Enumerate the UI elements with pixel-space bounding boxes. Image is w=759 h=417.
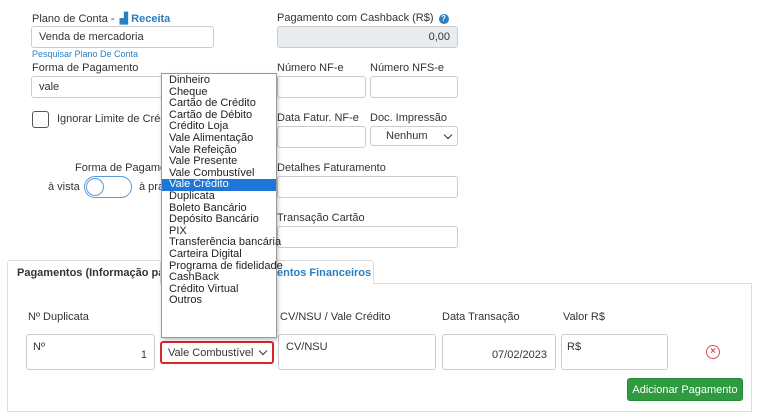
remove-icon[interactable]: × [706,345,720,359]
duplicata-value: 1 [140,349,147,361]
ignorar-limite-checkbox[interactable] [32,111,49,128]
header-valor: Valor R$ [563,311,605,323]
a-vista-label: à vista [48,181,80,193]
dropdown-option[interactable]: Vale Presente [162,156,276,168]
ignorar-limite-label: Ignorar Limite de Crédit [57,113,172,125]
cv-nsu-input[interactable]: CV/NSU [278,334,436,370]
dropdown-option[interactable]: Carteira Digital [162,248,276,261]
dropdown-option[interactable]: Depósito Bancário [162,214,276,226]
tab-financeiros-label: entos Financeiros [277,266,372,279]
cashback-input: 0,00 [277,26,458,48]
plano-conta-label: Plano de Conta - [32,13,115,25]
data-fatur-input[interactable] [277,126,366,148]
valor-placeholder: R$ [567,341,582,353]
plano-conta-label-row: Plano de Conta - ▟ Receita [32,12,170,25]
detalhes-input[interactable] [277,176,458,198]
chevron-down-icon [258,346,268,356]
transacao-input[interactable] [277,226,458,248]
tab-pagamentos-label: Pagamentos (Informação para [17,266,161,279]
cashback-value: 0,00 [428,31,450,43]
duplicata-prefix: Nº [33,341,45,353]
cashback-label-row: Pagamento com Cashback (R$) ? [277,12,449,24]
chart-icon: ▟ [119,13,129,25]
doc-impressao-select[interactable]: Nenhum [370,126,458,146]
dropdown-option[interactable]: Duplicata [162,190,276,203]
transacao-label: Transação Cartão [277,212,365,224]
forma-pagamento-row-select[interactable]: Vale Combustível [160,341,274,364]
data-transacao-value: 07/02/2023 [491,349,547,361]
dropdown-option[interactable]: CashBack [162,271,276,284]
chevron-down-icon [443,130,453,139]
help-icon[interactable]: ? [438,14,449,24]
plano-conta-value: Venda de mercadoria [39,31,144,43]
duplicata-input[interactable]: Nº 1 [26,334,155,370]
dropdown-option[interactable]: Vale Alimentação [162,132,276,145]
numero-nfe-input[interactable] [277,76,366,98]
doc-impressao-label: Doc. Impressão [370,112,448,124]
doc-impressao-value: Nenhum [386,130,428,142]
header-cv: CV/NSU / Vale Crédito [280,311,391,323]
dropdown-option[interactable]: Outros [162,295,276,307]
cashback-label: Pagamento com Cashback (R$) [277,12,434,24]
cv-nsu-placeholder: CV/NSU [286,341,328,353]
adicionar-pagamento-button[interactable]: Adicionar Pagamento [627,378,743,401]
valor-input[interactable]: R$ [561,334,668,370]
tab-pagamentos[interactable]: Pagamentos (Informação para [7,260,161,284]
plano-conta-input[interactable]: Venda de mercadoria [31,26,214,48]
vista-prazo-toggle[interactable] [84,176,132,198]
forma-pagamento-input[interactable]: vale [31,76,171,98]
forma-pagamento-dropdown[interactable]: Dinheiro Cheque Cartão de Crédito Cartão de… [161,73,283,338]
numero-nfse-label: Número NFS-e [370,62,444,74]
header-duplicata: Nº Duplicata [28,311,89,323]
detalhes-label: Detalhes Faturamento [277,162,386,174]
forma-pagamento-label: Forma de Pagamento [32,62,139,74]
data-transacao-input[interactable]: 07/02/2023 [442,334,556,370]
adicionar-pagamento-label: Adicionar Pagamento [632,383,738,396]
tab-financeiros[interactable]: entos Financeiros [270,260,374,284]
pesquisar-plano-link[interactable]: Pesquisar Plano De Conta [32,49,138,59]
toggle-knob [86,178,104,196]
dropdown-option[interactable]: Dinheiro [162,74,276,87]
numero-nfse-input[interactable] [370,76,458,98]
forma-pag-toggle-label: Forma de Pagamen [75,162,173,174]
receita-link[interactable]: Receita [131,13,170,25]
forma-pagamento-row-value: Vale Combustível [168,346,254,359]
numero-nfe-label: Número NF-e [277,62,344,74]
forma-pagamento-value: vale [39,81,60,93]
header-data: Data Transação [442,311,520,323]
data-fatur-label: Data Fatur. NF-e [277,112,359,124]
